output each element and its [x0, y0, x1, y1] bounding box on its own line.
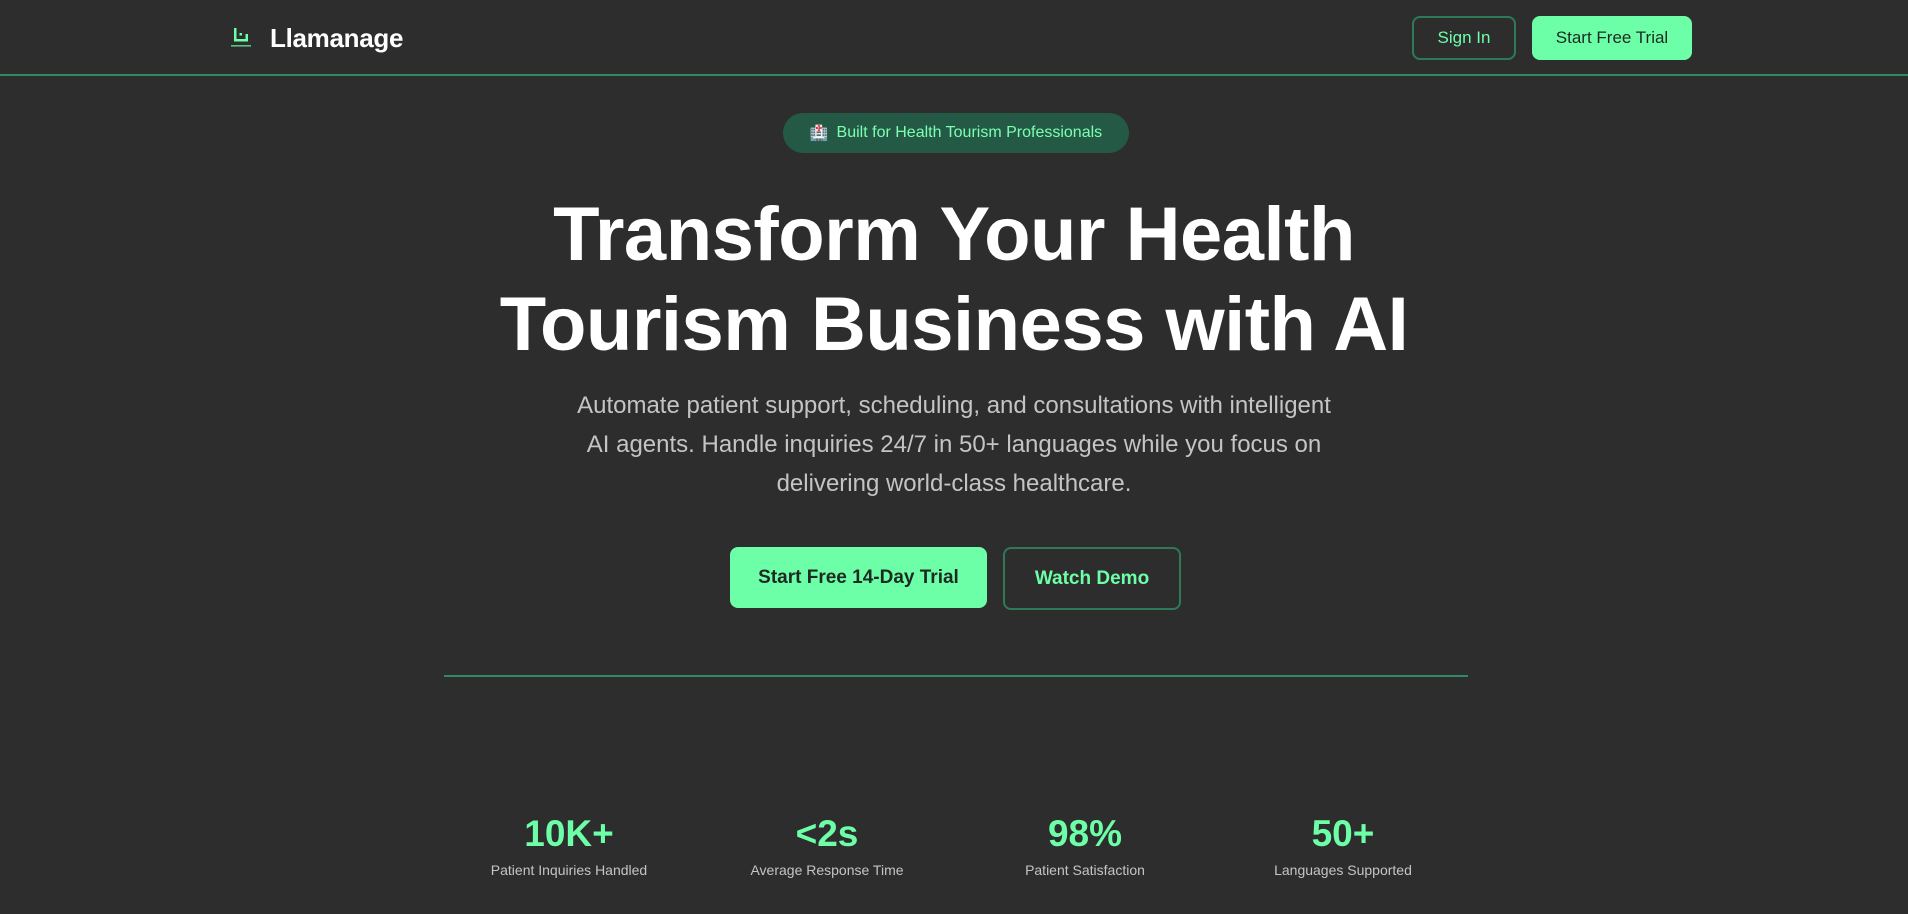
stat-label: Patient Satisfaction [1025, 862, 1145, 878]
stat-value: 50+ [1311, 813, 1375, 854]
hero-badge-text: Built for Health Tourism Professionals [836, 124, 1103, 141]
stat-label: Languages Supported [1274, 862, 1412, 878]
hero-headline: Transform Your Health Tourism Business w… [499, 192, 1409, 367]
stat-label: Patient Inquiries Handled [490, 862, 648, 878]
hero-badge: 🏥 Built for Health Tourism Professionals [783, 113, 1129, 153]
top-navigation-bar: Llamanage Sign In Start Free Trial [0, 0, 1908, 76]
stat-value: <2s [795, 813, 859, 854]
llama-logo-icon [226, 23, 256, 53]
hero-cta-row: Start Free 14-Day Trial Watch Demo [730, 547, 1181, 610]
stat-value: 10K+ [524, 813, 614, 854]
start-free-trial-button[interactable]: Start Free Trial [1532, 16, 1692, 60]
stat-label: Average Response Time [750, 862, 904, 878]
section-divider [444, 675, 1468, 677]
hospital-icon: 🏥 [809, 124, 829, 142]
brand-name: Llamanage [270, 22, 404, 53]
hero-subheadline: Automate patient support, scheduling, an… [577, 392, 1331, 497]
stat-item: <2s Average Response Time [732, 812, 922, 878]
stats-row: 10K+ Patient Inquiries Handled <2s Avera… [444, 812, 1468, 878]
sign-in-button[interactable]: Sign In [1412, 16, 1516, 60]
nav-actions: Sign In Start Free Trial [1412, 16, 1692, 60]
stat-item: 50+ Languages Supported [1248, 812, 1438, 878]
stat-item: 98% Patient Satisfaction [990, 812, 1180, 878]
stat-value: 98% [1047, 813, 1123, 854]
watch-demo-button[interactable]: Watch Demo [1003, 547, 1181, 610]
brand[interactable]: Llamanage [226, 20, 403, 56]
start-free-14-day-trial-button[interactable]: Start Free 14-Day Trial [730, 547, 987, 608]
stat-item: 10K+ Patient Inquiries Handled [474, 812, 664, 878]
